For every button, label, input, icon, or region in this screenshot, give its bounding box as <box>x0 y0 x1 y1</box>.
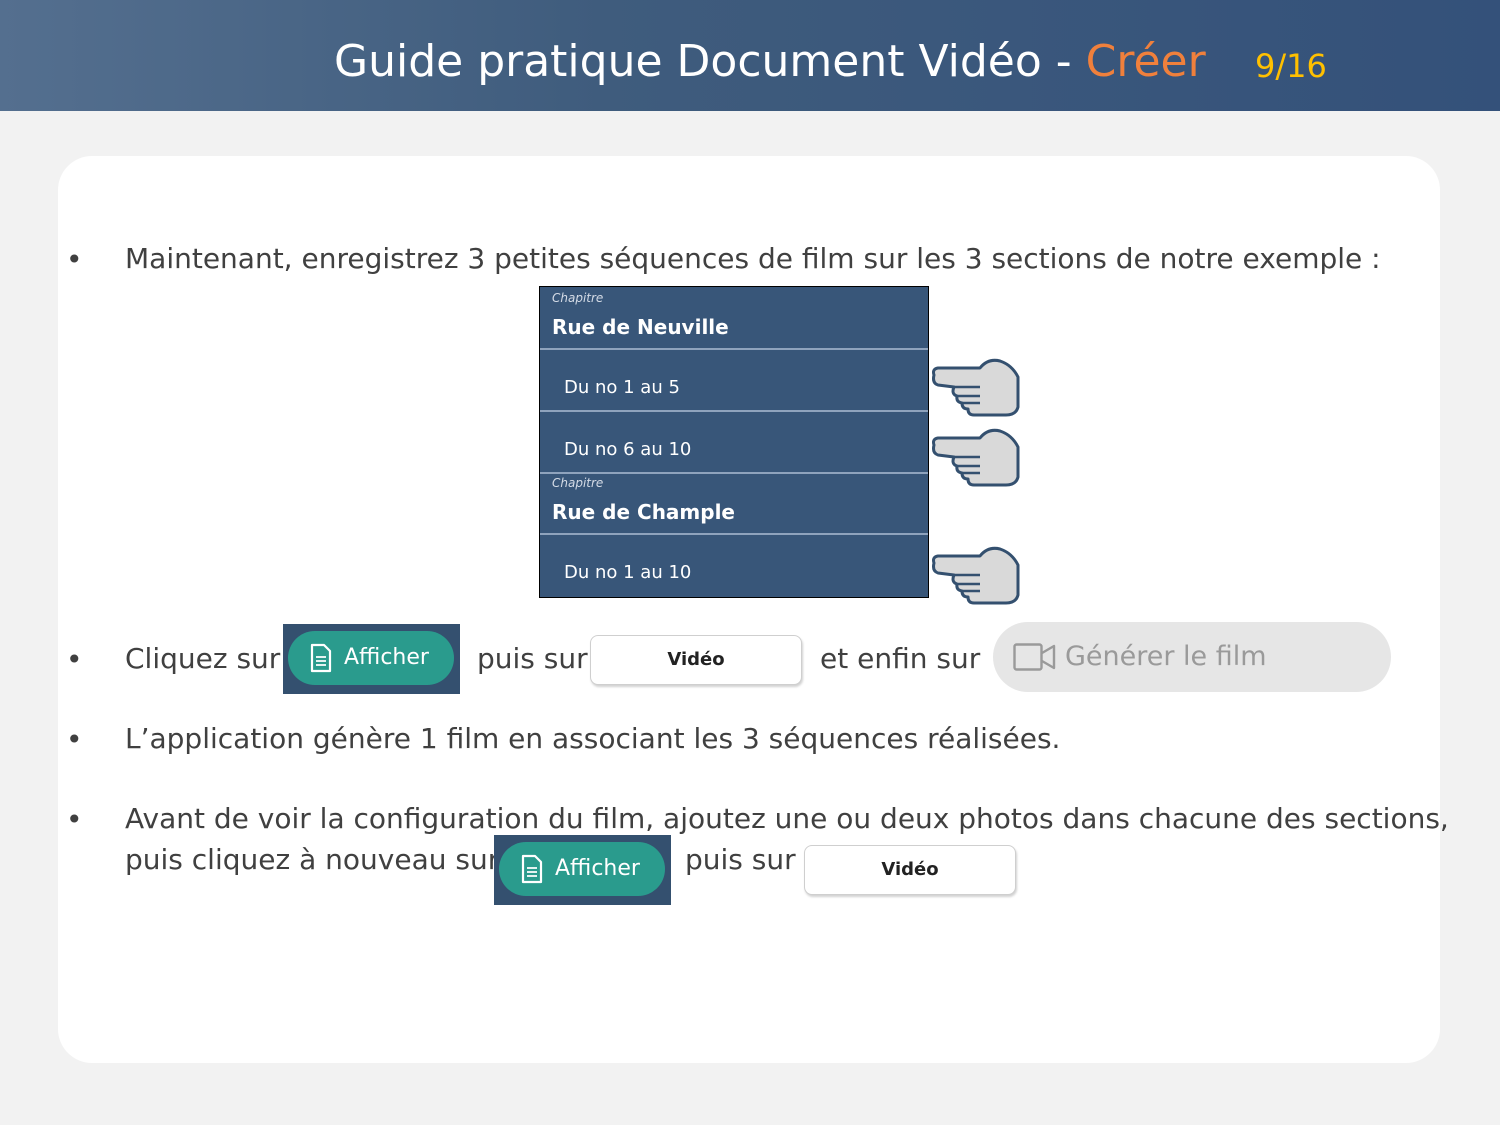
video-button[interactable]: Vidéo <box>590 635 802 685</box>
bullet-4-text-line2b: puis sur <box>685 843 796 876</box>
section-row-1[interactable]: Du no 1 au 5 <box>564 377 680 398</box>
bullet-1-text: Maintenant, enregistrez 3 petites séquen… <box>125 242 1381 275</box>
afficher-button-frame: Afficher <box>283 624 460 694</box>
document-icon <box>310 643 332 673</box>
bullet-4-text-line2a: puis cliquez à nouveau sur <box>125 843 500 876</box>
chapter-2-label: Chapitre <box>552 476 604 490</box>
chapter-2-title[interactable]: Rue de Chample <box>552 500 735 524</box>
pointing-hand-icon <box>932 546 1020 605</box>
slide-header: Guide pratique Document Vidéo - Créer 9/… <box>0 0 1500 111</box>
document-icon <box>521 854 543 884</box>
generate-film-label: Générer le film <box>1065 641 1267 672</box>
section-row-2[interactable]: Du no 6 au 10 <box>564 439 691 460</box>
chapter-1-title[interactable]: Rue de Neuville <box>552 315 729 339</box>
separator <box>540 533 928 535</box>
bullet-dot: • <box>66 723 83 756</box>
bullet-dot: • <box>66 243 83 276</box>
bullet-dot: • <box>66 643 83 676</box>
bullet-4-text-line1: Avant de voir la configuration du film, … <box>125 802 1449 835</box>
slide-title-accent: Créer <box>1085 36 1206 87</box>
page-indicator: 9/16 <box>1255 47 1327 85</box>
video-camera-icon <box>1013 643 1056 671</box>
afficher-button-frame: Afficher <box>494 835 671 905</box>
slide-title-prefix: Guide pratique Document Vidéo - <box>334 36 1086 87</box>
bullet-2-text-a: Cliquez sur <box>125 642 281 675</box>
generate-film-button[interactable]: Générer le film <box>993 622 1391 692</box>
chapter-1-label: Chapitre <box>552 291 604 305</box>
afficher-label: Afficher <box>555 856 640 881</box>
pointing-hand-icon <box>932 358 1020 417</box>
video-button[interactable]: Vidéo <box>804 845 1016 895</box>
afficher-button[interactable]: Afficher <box>499 842 665 896</box>
afficher-label: Afficher <box>344 645 429 670</box>
bullet-3-text: L’application génère 1 film en associant… <box>125 722 1061 755</box>
section-row-3[interactable]: Du no 1 au 10 <box>564 562 691 583</box>
separator <box>540 410 928 412</box>
bullet-dot: • <box>66 803 83 836</box>
separator <box>540 348 928 350</box>
afficher-button[interactable]: Afficher <box>288 631 454 685</box>
bullet-2-text-c: et enfin sur <box>820 642 981 675</box>
separator <box>540 472 928 474</box>
sections-list-screenshot: Chapitre Rue de Neuville Du no 1 au 5 Du… <box>539 286 929 598</box>
pointing-hand-icon <box>932 428 1020 487</box>
bullet-2-text-b: puis sur <box>477 642 588 675</box>
slide-title: Guide pratique Document Vidéo - Créer <box>334 34 1206 90</box>
